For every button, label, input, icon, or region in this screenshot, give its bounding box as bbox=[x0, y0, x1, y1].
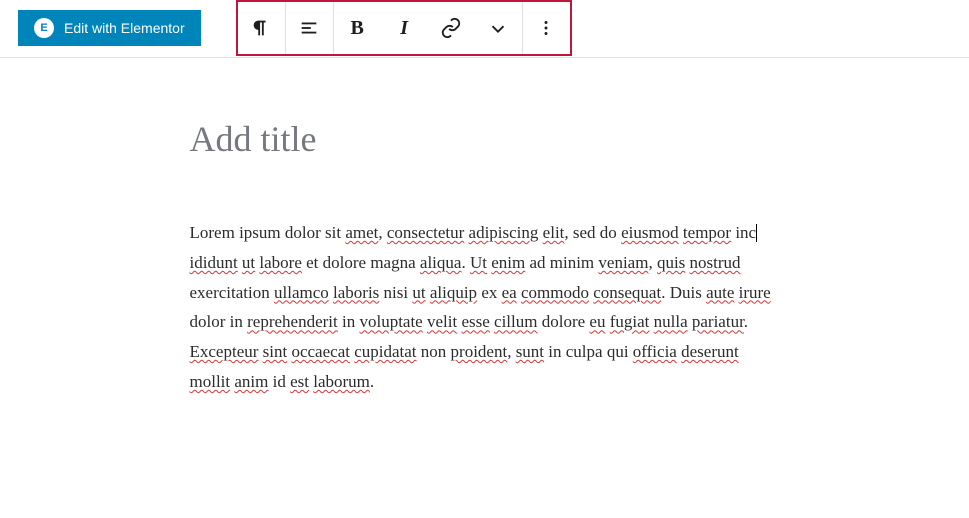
more-options-button[interactable] bbox=[523, 2, 570, 54]
block-type-button[interactable] bbox=[238, 2, 285, 54]
more-inline-button[interactable] bbox=[475, 2, 522, 54]
more-vertical-icon bbox=[535, 17, 557, 39]
edit-with-elementor-button[interactable]: E Edit with Elementor bbox=[18, 10, 201, 46]
italic-button[interactable]: I bbox=[381, 2, 428, 54]
top-bar: E Edit with Elementor B I bbox=[0, 0, 969, 58]
link-button[interactable] bbox=[428, 2, 475, 54]
align-button[interactable] bbox=[286, 2, 333, 54]
link-icon bbox=[440, 17, 462, 39]
paragraph-icon bbox=[250, 17, 272, 39]
editor-content: Add title Lorem ipsum dolor sit amet, co… bbox=[190, 58, 780, 397]
chevron-down-icon bbox=[487, 17, 509, 39]
post-title-input[interactable]: Add title bbox=[190, 118, 780, 160]
align-left-icon bbox=[298, 17, 320, 39]
bold-button[interactable]: B bbox=[334, 2, 381, 54]
elementor-button-label: Edit with Elementor bbox=[64, 20, 185, 36]
paragraph-block[interactable]: Lorem ipsum dolor sit amet, consectetur … bbox=[190, 218, 780, 397]
block-toolbar: B I bbox=[236, 0, 572, 56]
elementor-icon: E bbox=[34, 18, 54, 38]
